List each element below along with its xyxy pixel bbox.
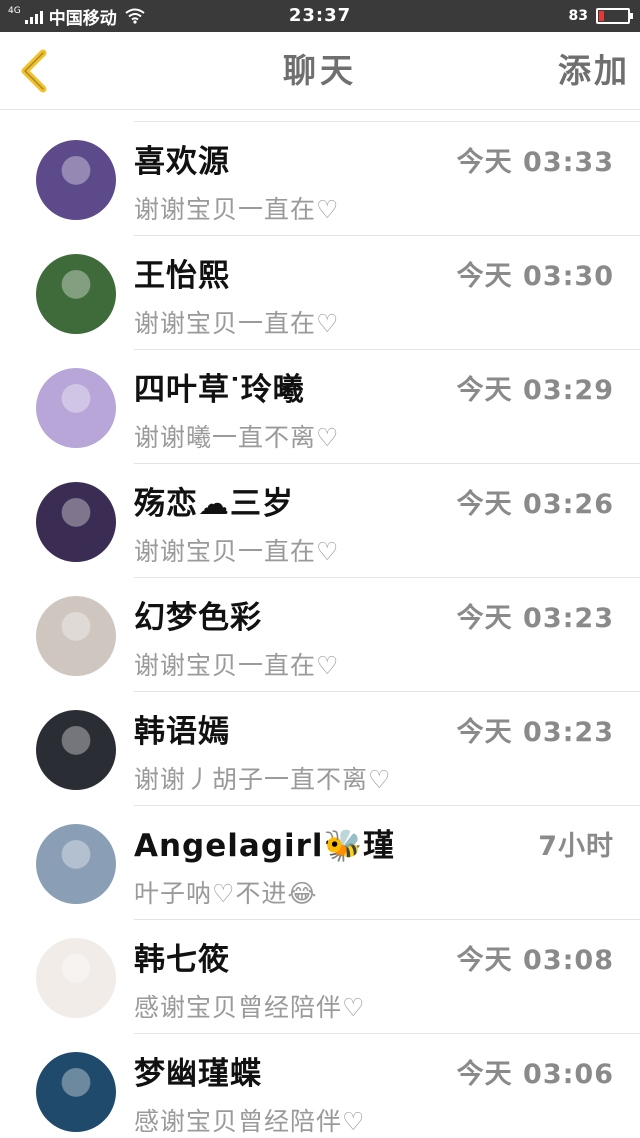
message-preview: 谢谢宝贝一直在♡ [134,651,340,680]
message-preview: 谢谢宝贝一直在♡ [134,195,340,224]
message-time: 今天 03:29 [456,375,614,406]
chat-list: 喜欢源 今天 03:33 谢谢宝贝一直在♡ 王怡熙 今天 03:30 谢谢宝贝一直在♡ 四叶… [0,122,640,1138]
contact-name: 幻梦色彩 [134,600,262,636]
chat-row[interactable]: 喜欢源 今天 03:33 谢谢宝贝一直在♡ [0,122,640,236]
avatar[interactable] [36,368,116,448]
contact-name: 梦幽瑾蝶 [134,1056,262,1092]
message-time: 今天 03:23 [456,717,614,748]
chat-row[interactable]: 殇恋☁三岁 今天 03:26 谢谢宝贝一直在♡ [0,464,640,578]
battery-percent: 83 [568,8,588,24]
avatar[interactable] [36,710,116,790]
avatar[interactable] [36,1052,116,1132]
message-time: 7小时 [538,831,614,862]
status-bar: 4G 中国移动 23:37 83 [0,0,640,32]
message-preview: 谢谢宝贝一直在♡ [134,537,340,566]
chat-row[interactable]: 王怡熙 今天 03:30 谢谢宝贝一直在♡ [0,236,640,350]
message-time: 今天 03:33 [456,147,614,178]
page-title: 聊天 [283,51,357,90]
avatar[interactable] [36,482,116,562]
chat-row[interactable]: 韩七筱 今天 03:08 感谢宝贝曾经陪伴♡ [0,920,640,1034]
status-right: 83 [568,0,633,32]
chat-row[interactable]: 梦幽瑾蝶 今天 03:06 感谢宝贝曾经陪伴♡ [0,1034,640,1138]
contact-name: 喜欢源 [134,144,230,180]
message-preview: 谢谢宝贝一直在♡ [134,309,340,338]
status-time: 23:37 [288,5,352,26]
chat-row[interactable]: 四叶草ᐝ玲曦 今天 03:29 谢谢曦一直不离♡ [0,350,640,464]
message-time: 今天 03:08 [456,945,614,976]
contact-name: 殇恋☁三岁 [134,486,294,522]
contact-name: 韩七筱 [134,942,230,978]
contact-name: 四叶草ᐝ玲曦 [134,372,305,408]
nav-bar: 聊天 添加 [0,32,640,110]
add-button[interactable]: 添加 [558,32,630,110]
message-preview: 感谢宝贝曾经陪伴♡ [134,1107,366,1136]
message-time: 今天 03:30 [456,261,614,292]
message-preview: 谢谢丿胡子一直不离♡ [134,765,392,794]
contact-name: Angelagirl🐝瑾 [134,828,396,864]
avatar[interactable] [36,938,116,1018]
avatar[interactable] [36,254,116,334]
message-preview: 感谢宝贝曾经陪伴♡ [134,993,366,1022]
avatar[interactable] [36,596,116,676]
chat-row[interactable]: Angelagirl🐝瑾 7小时叶子呐♡不进😂 [0,806,640,920]
message-preview: 叶子呐♡不进😂 [134,879,318,908]
message-time: 今天 03:26 [456,489,614,520]
message-preview: 谢谢曦一直不离♡ [134,423,340,452]
battery-icon [596,8,633,24]
avatar[interactable] [36,140,116,220]
contact-name: 韩语嫣 [134,714,230,750]
message-time: 今天 03:06 [456,1059,614,1090]
contact-name: 王怡熙 [134,258,230,294]
battery-level [599,11,604,21]
chat-row[interactable]: 幻梦色彩 今天 03:23 谢谢宝贝一直在♡ [0,578,640,692]
message-time: 今天 03:23 [456,603,614,634]
chat-row[interactable]: 韩语嫣 今天 03:23 谢谢丿胡子一直不离♡ [0,692,640,806]
avatar[interactable] [36,824,116,904]
